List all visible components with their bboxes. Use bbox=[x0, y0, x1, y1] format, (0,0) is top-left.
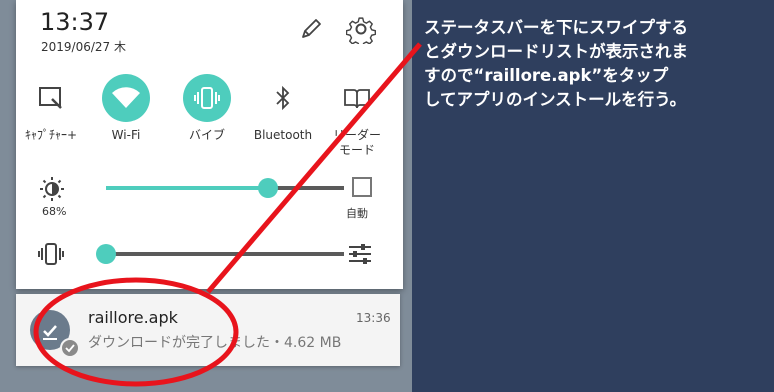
annotation-pointer-line bbox=[206, 42, 422, 294]
annotation-circle bbox=[33, 277, 239, 387]
annotation-overlay bbox=[33, 42, 422, 387]
